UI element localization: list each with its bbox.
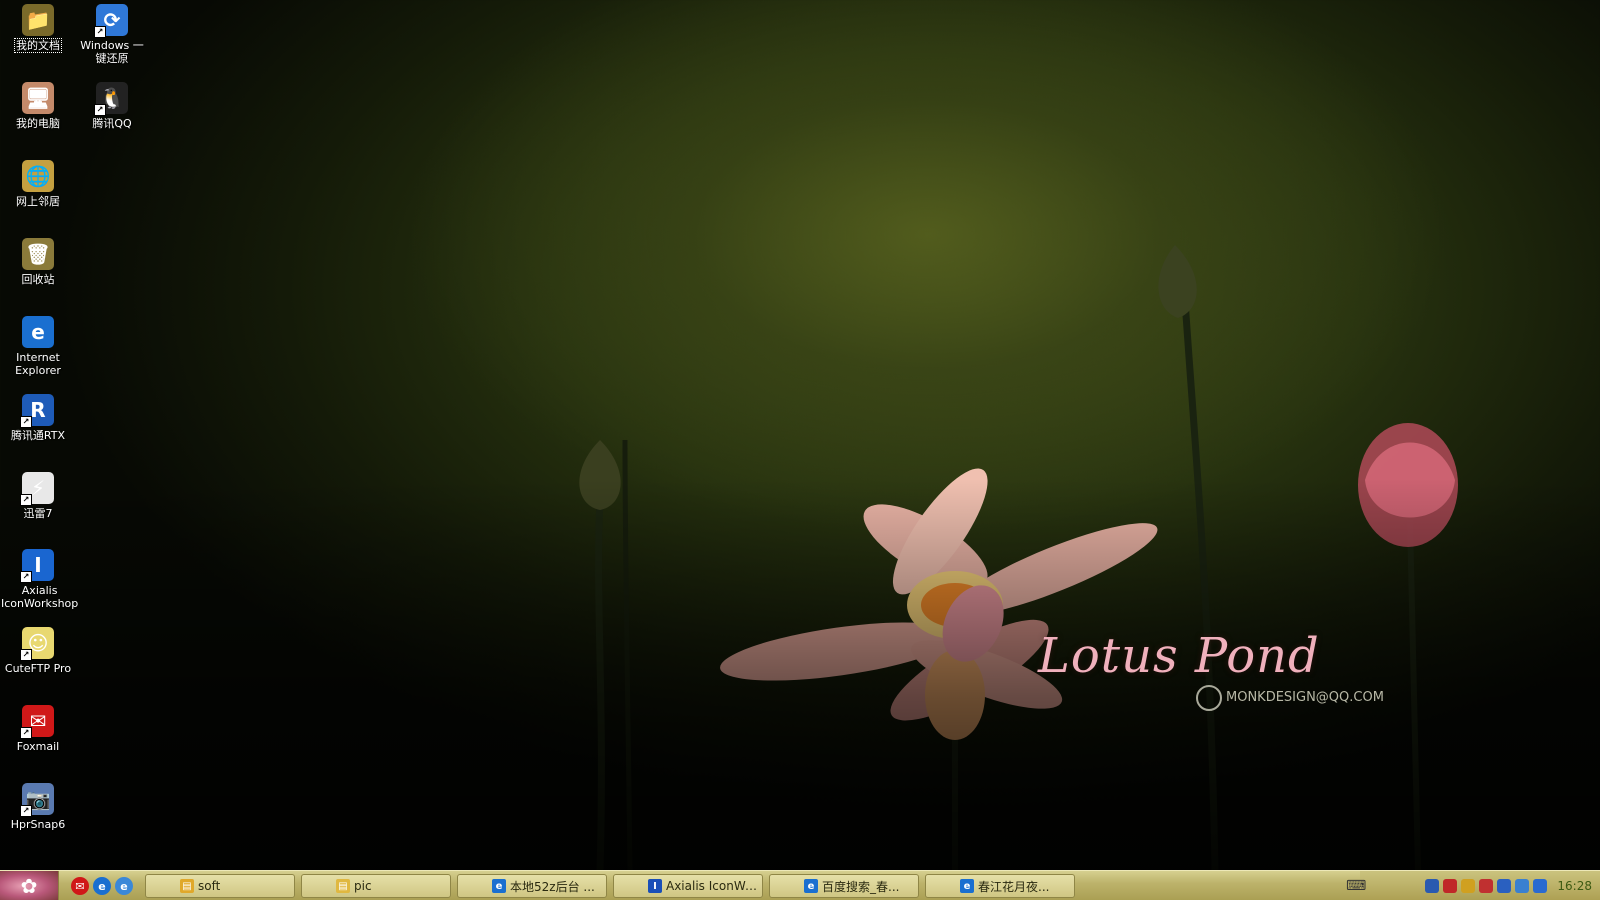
desktop-icon-label: Internet Explorer	[15, 351, 61, 377]
my-computer-icon: 🖥	[22, 82, 54, 114]
shortcut-arrow-icon: ↗	[20, 494, 32, 506]
lotus-start-icon: ✿	[20, 874, 38, 898]
ie-alt-quick-icon[interactable]: e	[115, 877, 133, 895]
shield-tray-icon[interactable]	[1443, 879, 1458, 893]
desktop-icon[interactable]: 📁 我的文档	[0, 4, 76, 53]
internet-explorer-icon: e	[22, 316, 54, 348]
desktop-icon-label: 腾讯通RTX	[10, 429, 66, 442]
desktop-icon[interactable]: 🌐 网上邻居	[0, 160, 76, 208]
task-button[interactable]: e 本地52z后台 ...	[457, 874, 607, 898]
shortcut-arrow-icon: ↗	[20, 727, 32, 739]
ie-icon: e	[804, 879, 818, 893]
quick-launch: ✉ e e	[71, 877, 133, 895]
my-documents-icon: 📁	[22, 4, 54, 36]
task-button-label: Axialis IconWo...	[666, 879, 762, 893]
ie-icon: e	[492, 879, 506, 893]
foxmail-quick-icon[interactable]: ✉	[71, 877, 89, 895]
antivirus-tray-icon[interactable]	[1461, 879, 1476, 893]
folder-icon: ▤	[180, 879, 194, 893]
task-button[interactable]: e 春江花月夜...	[925, 874, 1075, 898]
desktop-icon-label: 腾讯QQ	[92, 117, 132, 130]
desktop-icon-label: CuteFTP Pro	[4, 662, 72, 675]
desktop-icon[interactable]: 🖥 我的电脑	[0, 82, 76, 130]
task-button-label: 本地52z后台 ...	[510, 879, 595, 894]
windows-restore-icon: ⟳ ↗	[94, 4, 128, 38]
desktop-icon[interactable]: 🗑 回收站	[0, 238, 76, 286]
network-tray-icon[interactable]	[1425, 879, 1440, 893]
desktop-icon[interactable]: 🐧 ↗ 腾讯QQ	[74, 82, 150, 130]
desktop-icon-label: 迅雷7	[23, 507, 53, 520]
rtx-tray-icon[interactable]	[1497, 879, 1512, 893]
shortcut-arrow-icon: ↗	[94, 26, 106, 38]
wallpaper-credit: MONKDESIGN@QQ.COM	[1226, 690, 1384, 705]
desktop-icon[interactable]: ⟳ ↗ Windows 一键还原	[74, 4, 150, 65]
ie-quick-icon[interactable]: e	[93, 877, 111, 895]
desktop-icon[interactable]: ⚡ ↗ 迅雷7	[0, 472, 76, 520]
shortcut-arrow-icon: ↗	[20, 805, 32, 817]
task-button-label: 百度搜索_春...	[822, 879, 900, 894]
system-tray: ⌨ 16:28	[1346, 871, 1600, 900]
folder-icon: ▤	[336, 879, 350, 893]
desktop-icon-label: Foxmail	[16, 740, 60, 753]
shortcut-arrow-icon: ↗	[20, 571, 32, 583]
desktop-icon-label: 回收站	[21, 273, 55, 286]
task-button-label: 春江花月夜...	[978, 879, 1050, 894]
task-button-label: pic	[354, 879, 372, 893]
tencent-qq-icon: 🐧 ↗	[94, 82, 128, 116]
task-buttons: ▤ soft ▤ pic e 本地52z后台 ... I Axialis IconWo... e…	[145, 874, 1075, 898]
thunder-icon: ⚡ ↗	[20, 472, 54, 506]
desktop-icon[interactable]: 📷 ↗ HprSnap6	[0, 783, 76, 831]
desktop-icon-label: Axialis IconWorkshop	[1, 584, 79, 610]
foxmail-icon: ✉ ↗	[20, 705, 54, 739]
wallpaper-title: Lotus Pond	[1038, 628, 1320, 684]
desktop-icon[interactable]: I ↗ Axialis IconWorkshop	[0, 549, 79, 610]
designer-logo-icon	[1196, 685, 1222, 711]
shortcut-arrow-icon: ↗	[20, 649, 32, 661]
task-button[interactable]: e 百度搜索_春...	[769, 874, 919, 898]
network-places-icon: 🌐	[22, 160, 54, 192]
volume-tray-icon[interactable]	[1533, 879, 1548, 893]
taskbar: ✿ ✉ e e ▤ soft ▤ pic e 本地52z后台 ... I Axialis Icon…	[0, 870, 1600, 900]
task-button[interactable]: ▤ soft	[145, 874, 295, 898]
desktop-icon-label: 我的电脑	[16, 117, 60, 130]
thunder-tray-icon[interactable]	[1515, 879, 1530, 893]
desktop-icon[interactable]: ✉ ↗ Foxmail	[0, 705, 76, 753]
axialis-iconworkshop-icon: I ↗	[20, 549, 54, 583]
recycle-bin-icon: 🗑	[22, 238, 54, 270]
qq-tray-icon[interactable]	[1479, 879, 1494, 893]
tray-icons	[1425, 879, 1548, 893]
desktop-icon-label: HprSnap6	[10, 818, 66, 831]
desktop-icon[interactable]: e Internet Explorer	[0, 316, 76, 377]
desktop-icon[interactable]: R ↗ 腾讯通RTX	[0, 394, 76, 442]
tencent-rtx-icon: R ↗	[20, 394, 54, 428]
keyboard-icon[interactable]: ⌨	[1346, 878, 1366, 894]
task-button-label: soft	[198, 879, 221, 893]
ie-icon: e	[960, 879, 974, 893]
start-button[interactable]: ✿	[0, 871, 59, 900]
desktop-icon-label: 我的文档	[14, 38, 62, 53]
clock[interactable]: 16:28	[1557, 879, 1592, 893]
shortcut-arrow-icon: ↗	[94, 104, 106, 116]
desktop-icon-label: 网上邻居	[16, 195, 60, 208]
cuteftp-icon: ☺ ↗	[20, 627, 54, 661]
desktop-icon[interactable]: ☺ ↗ CuteFTP Pro	[0, 627, 76, 675]
task-button[interactable]: I Axialis IconWo...	[613, 874, 763, 898]
wallpaper	[579, 245, 1458, 870]
axialis-icon: I	[648, 879, 662, 893]
shortcut-arrow-icon: ↗	[20, 416, 32, 428]
task-button[interactable]: ▤ pic	[301, 874, 451, 898]
desktop-icon-label: Windows 一键还原	[80, 39, 144, 65]
hprsnap-icon: 📷 ↗	[20, 783, 54, 817]
